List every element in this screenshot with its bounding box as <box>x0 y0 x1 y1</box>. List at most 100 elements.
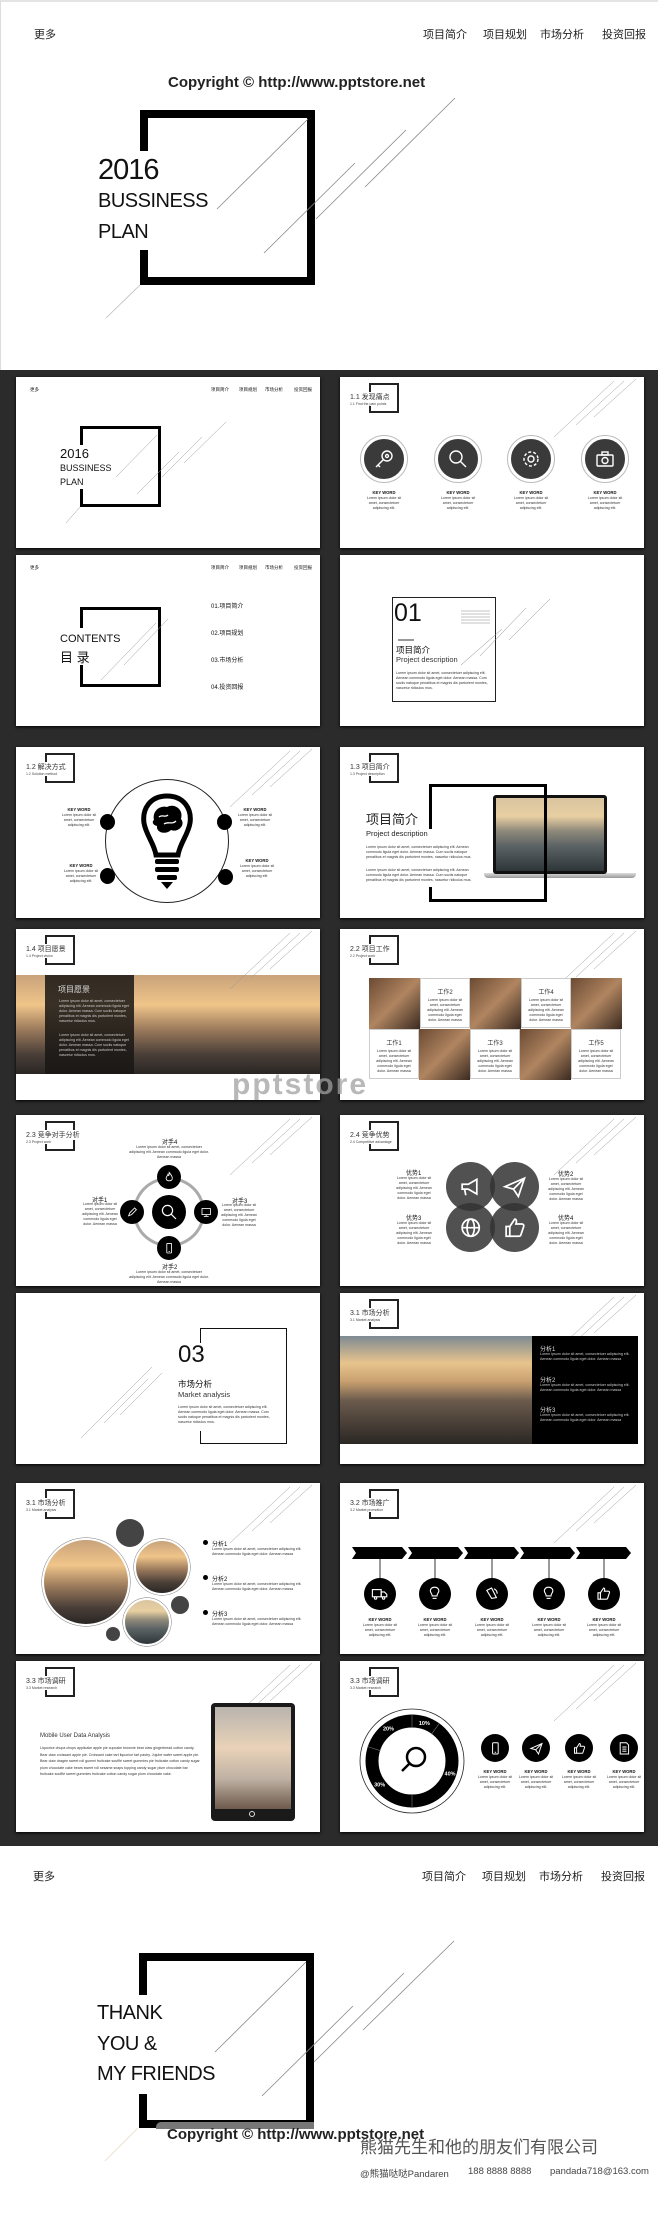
vision-paragraph: Lorem ipsum dolor sit amet, consectetuer… <box>59 1033 129 1057</box>
lightbulb-icon <box>419 1578 451 1610</box>
competitor-text: Lorem ipsum dolor sit amet, consectetuer… <box>129 1145 209 1159</box>
document-icon <box>610 1734 638 1762</box>
slide-title: BUSSINESS <box>60 463 112 473</box>
work-label: 工作3 <box>487 1041 503 1047</box>
section-subtitle: 2.4 Competitive advantage <box>350 1140 392 1144</box>
keyword-label: KEY WORD <box>243 807 267 812</box>
keyword-label: KEY WORD <box>519 490 543 495</box>
section-header: 3.1 市场分析 3.1 Market analysis <box>26 1489 86 1521</box>
section-description: Lorem ipsum dolor sit amet, consectetuer… <box>178 1405 278 1425</box>
lightbulb-brain-icon <box>141 793 193 889</box>
contents-item[interactable]: 04.投资回报 <box>211 682 243 691</box>
thumbs-up-icon <box>588 1578 620 1610</box>
competitor-text: Lorem ipsum dolor sit amet, consectetuer… <box>129 1270 209 1284</box>
slide-thumbnail-market-research-donut[interactable]: 3.3 市场调研 3.3 Market research 10% 40% 30% 20%… <box>340 1661 644 1832</box>
contents-title-en: CONTENTS <box>60 633 121 645</box>
timeline-chevron <box>464 1547 519 1559</box>
slide-thumbnail-competitive-advantage[interactable]: 2.4 竞争优势 2.4 Competitive advantage 优势1 Lo… <box>340 1115 644 1286</box>
section-title: 1.1 发现痛点 <box>350 392 391 402</box>
slide-thumbnail-contents[interactable]: 更多 项目简介 项目规划 市场分析 投资回报 CONTENTS 目 录 01.项… <box>16 555 320 726</box>
diagonal-lines-svg <box>229 1484 313 1544</box>
pencil-icon <box>120 1200 144 1224</box>
advantage-text: Lorem ipsum dolor sit amet, consectetuer… <box>396 1221 432 1245</box>
contents-item[interactable]: 03.市场分析 <box>211 655 243 664</box>
section-header: 1.3 项目简介 1.3 Project description <box>350 753 410 785</box>
cover-section: 更多 项目简介 项目规划 市场分析 投资回报 Copyright © http:… <box>0 0 658 370</box>
diagonal-lines-svg <box>229 930 313 990</box>
keyword-label: KEY WORD <box>423 1617 447 1622</box>
work-text: Lorem ipsum dolor sit amet, consectetuer… <box>376 1049 412 1073</box>
timeline-chevron <box>352 1547 407 1559</box>
keyword-label: KEY WORD <box>537 1617 561 1622</box>
work-label: 工作5 <box>588 1041 604 1047</box>
competitor-text: Lorem ipsum dolor sit amet, consectetuer… <box>82 1202 118 1226</box>
node-dot <box>100 868 115 884</box>
contents-title-cn: 目 录 <box>60 650 90 665</box>
slide-thumbnail-solution-method[interactable]: 1.2 解决方式 1.2 Solution method KEY WORD Lor… <box>16 747 320 918</box>
keyword-text: Lorem ipsum dolor sit amet, consectetuer… <box>561 1775 597 1789</box>
donut-chart: 10% 40% 30% 20% <box>359 1708 465 1814</box>
slide-thumbnail-cover[interactable]: 更多 项目简介 项目规划 市场分析 投资回报 2016 BUSSINESS PL… <box>16 377 320 548</box>
keyword-text: Lorem ipsum dolor sit amet, consectetuer… <box>239 864 275 878</box>
diagonal-lines <box>80 1366 163 1439</box>
advantage-text: Lorem ipsum dolor sit amet, consectetuer… <box>548 1221 584 1245</box>
section-subtitle: 1.2 Solution method <box>26 772 58 776</box>
keyword-text: Lorem ipsum dolor sit amet, consectetuer… <box>531 1623 567 1637</box>
diagonal-lines-svg <box>229 1116 313 1176</box>
section-title: 2.4 竞争优势 <box>350 1130 391 1140</box>
thumbs-up-icon <box>565 1734 593 1762</box>
keyword-text: Lorem ipsum dolor sit amet, consectetuer… <box>366 496 402 510</box>
ending-line3: MY FRIENDS <box>97 2063 215 2085</box>
section-header: 3.1 市场分析 3.1 Market analysis <box>350 1299 410 1331</box>
lightbulb-icon <box>533 1578 565 1610</box>
analysis-text: Lorem ipsum dolor sit amet, consectetuer… <box>540 1413 630 1422</box>
contents-item[interactable]: 02.项目规划 <box>211 628 243 637</box>
section-title: 2.3 竞争对手分析 <box>26 1130 81 1140</box>
slide-thumbnail-project-work[interactable]: 2.2 项目工作 2.2 Project work 工作2 Lorem ipsum … <box>340 929 644 1100</box>
bullet-icon <box>203 1540 208 1545</box>
slide-thumbnail-section-03[interactable]: 03 市场分析 Market analysis Lorem ipsum dolo… <box>16 1293 320 1464</box>
tablet-mockup <box>211 1703 295 1821</box>
section-subtitle: 2.3 Project work <box>26 1140 52 1144</box>
contents-item[interactable]: 01.项目简介 <box>211 601 243 610</box>
competitor-text: Lorem ipsum dolor sit amet, consectetuer… <box>221 1203 257 1227</box>
keyword-text: Lorem ipsum dolor sit amet, consectetuer… <box>587 496 623 510</box>
keyword-label: KEY WORD <box>446 490 470 495</box>
keyword-text: Lorem ipsum dolor sit amet, consectetuer… <box>606 1775 642 1789</box>
key-icon <box>363 438 405 480</box>
slide-thumbnail-find-pain-points[interactable]: 1.1 发现痛点 1.1 Find the pain points KEY WOR… <box>340 377 644 548</box>
diagonal-lines <box>398 598 551 666</box>
slide-thumbnail-section-01[interactable]: 01 项目简介 Project description Lorem ipsum … <box>340 555 644 726</box>
advantage-text: Lorem ipsum dolor sit amet, consectetuer… <box>396 1176 432 1200</box>
work-cell: 工作2 Lorem ipsum dolor sit amet, consectet… <box>420 978 470 1028</box>
work-photo <box>419 1029 470 1080</box>
keyword-text: Lorem ipsum dolor sit amet, consectetuer… <box>440 496 476 510</box>
project-heading-en: Project description <box>366 829 428 838</box>
pptstore-watermark-logo: pptstore <box>232 1068 368 1101</box>
slide-thumbnail-market-analysis-photo[interactable]: 3.1 市场分析 3.1 Market analysis 分析1 Lorem ip… <box>340 1293 644 1464</box>
keyword-label: KEY WORD <box>483 1769 507 1774</box>
section-subtitle: 1.3 Project description <box>350 772 385 776</box>
slide-thumbnail-market-analysis-circles[interactable]: 3.1 市场分析 3.1 Market analysis 分析1 Lorem ip… <box>16 1483 320 1654</box>
cover-year: 2016 <box>98 154 160 186</box>
slide-thumbnail-market-promotion[interactable]: 3.2 市场推广 3.2 Market promotion KEY WORD Lor… <box>340 1483 644 1654</box>
keyword-text: Lorem ipsum dolor sit amet, consectetuer… <box>474 1623 510 1637</box>
speaker-icon <box>476 1578 508 1610</box>
thumbs-up-icon <box>490 1203 539 1252</box>
diagonal-lines <box>200 1483 320 1573</box>
section-header: 2.4 竞争优势 2.4 Competitive advantage <box>350 1121 410 1153</box>
search-icon <box>437 438 479 480</box>
slide-thumbnail-project-description[interactable]: 1.3 项目简介 1.3 Project description 项目简介 Pro… <box>340 747 644 918</box>
section-number: 03 <box>178 1341 205 1368</box>
work-text: Lorem ipsum dolor sit amet, consectetuer… <box>477 1049 513 1073</box>
work-cell: 工作4 Lorem ipsum dolor sit amet, consectet… <box>521 978 571 1028</box>
project-heading: 项目简介 <box>366 812 419 827</box>
slide-thumbnail-competitor-analysis[interactable]: 2.3 竞争对手分析 2.3 Project work 对手4 Lorem ips… <box>16 1115 320 1286</box>
work-text: Lorem ipsum dolor sit amet, consectetuer… <box>427 998 463 1022</box>
slide-thumbnail-mobile-research[interactable]: 3.3 市场调研 3.3 Market research Mobile User … <box>16 1661 320 1832</box>
description-frame <box>429 784 547 902</box>
analysis-text: Lorem ipsum dolor sit amet, consectetuer… <box>540 1352 630 1361</box>
section-header: 2.3 竞争对手分析 2.3 Project work <box>26 1121 86 1153</box>
truck-icon <box>364 1578 396 1610</box>
decor-dot <box>106 1627 120 1641</box>
